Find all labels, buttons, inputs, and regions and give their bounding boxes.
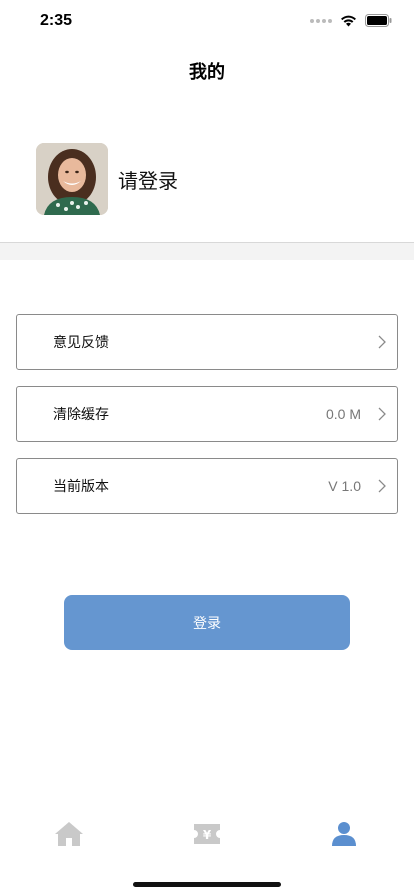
person-icon xyxy=(332,822,356,846)
home-icon xyxy=(55,822,83,846)
wifi-icon xyxy=(341,15,356,26)
profile-section[interactable]: 请登录 xyxy=(36,143,178,215)
chevron-right-icon xyxy=(378,479,386,493)
cache-size-value: 0.0 M xyxy=(325,406,361,422)
user-photo-icon xyxy=(36,143,108,215)
cellular-signal-icon xyxy=(310,18,332,23)
menu-item-label: 意见反馈 xyxy=(53,335,109,351)
status-time: 2:35 xyxy=(40,12,73,29)
menu-item-label: 当前版本 xyxy=(53,479,109,495)
version-value: V 1.0 xyxy=(328,478,361,494)
menu-item-clear-cache[interactable]: 清除缓存 0.0 M xyxy=(16,386,398,442)
tab-orders[interactable]: ¥ xyxy=(187,818,227,850)
tab-home[interactable] xyxy=(49,818,89,850)
avatar[interactable] xyxy=(36,143,108,215)
home-indicator xyxy=(133,882,281,887)
status-icons xyxy=(310,14,392,27)
menu-item-version[interactable]: 当前版本 V 1.0 xyxy=(16,458,398,514)
svg-text:¥: ¥ xyxy=(203,828,212,842)
menu-item-label: 清除缓存 xyxy=(53,407,109,423)
chevron-right-icon xyxy=(378,335,386,349)
page-title: 我的 xyxy=(189,62,225,83)
login-prompt[interactable]: 请登录 xyxy=(118,165,178,194)
ticket-yen-icon: ¥ xyxy=(194,824,220,844)
status-bar: 2:35 xyxy=(0,0,414,44)
battery-icon xyxy=(365,14,392,27)
tab-bar: ¥ xyxy=(0,806,414,862)
section-gap xyxy=(0,243,414,260)
tab-profile[interactable] xyxy=(324,818,364,850)
login-button[interactable]: 登录 xyxy=(64,595,350,650)
menu-item-feedback[interactable]: 意见反馈 xyxy=(16,314,398,370)
chevron-right-icon xyxy=(378,407,386,421)
